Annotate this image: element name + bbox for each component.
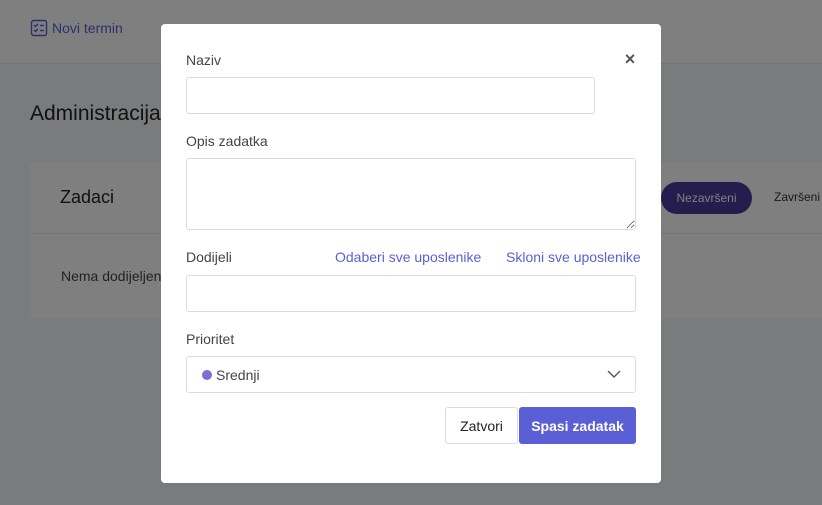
name-label: Naziv — [186, 52, 222, 68]
close-button[interactable]: Zatvori — [445, 407, 518, 444]
priority-label: Prioritet — [186, 331, 235, 347]
new-task-modal: × Naziv Opis zadatka Dodijeli Odaberi sv… — [161, 24, 661, 483]
assign-employees-input[interactable] — [186, 275, 636, 312]
priority-color-dot — [202, 369, 212, 380]
chevron-down-icon — [607, 370, 621, 378]
description-label: Opis zadatka — [186, 133, 268, 149]
close-icon[interactable]: × — [622, 50, 638, 68]
priority-selected-value: Srednji — [216, 366, 260, 383]
description-textarea[interactable] — [186, 158, 636, 230]
assign-label: Dodijeli — [186, 249, 232, 265]
name-input[interactable] — [186, 77, 595, 114]
clear-all-employees-link[interactable]: Skloni sve uposlenike — [506, 249, 641, 265]
select-all-employees-link[interactable]: Odaberi sve uposlenike — [335, 249, 481, 265]
priority-select[interactable]: Srednji — [186, 356, 636, 393]
save-task-button[interactable]: Spasi zadatak — [519, 407, 636, 444]
